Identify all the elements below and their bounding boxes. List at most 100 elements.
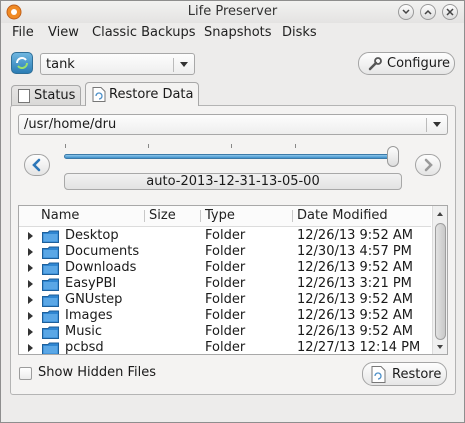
table-row[interactable]: Desktop Folder 12/26/13 9:52 AM <box>19 228 431 244</box>
tab-restore-data[interactable]: Restore Data <box>85 82 199 106</box>
row-type: Folder <box>205 276 246 291</box>
menu-classic-backups[interactable]: Classic Backups <box>92 25 196 40</box>
column-type[interactable]: Type <box>205 208 235 223</box>
restore-button[interactable]: Restore <box>362 362 447 386</box>
tree-header: Name Size Type Date Modified <box>19 206 431 227</box>
pool-status-icon <box>11 52 33 74</box>
dropdown-arrow-icon <box>180 62 188 67</box>
tab-status-label: Status <box>34 88 76 103</box>
slider-tick <box>295 144 296 148</box>
row-name: Documents <box>65 244 140 259</box>
row-type: Folder <box>205 292 246 307</box>
row-date: 12/26/13 9:52 AM <box>297 324 413 339</box>
expand-arrow-icon[interactable] <box>28 328 33 336</box>
previous-snapshot-button[interactable] <box>24 154 50 176</box>
configure-button[interactable]: Configure <box>358 52 455 75</box>
row-type: Folder <box>205 244 246 259</box>
restore-label: Restore <box>392 367 442 382</box>
path-select[interactable]: /usr/home/dru <box>18 114 448 135</box>
scroll-up-icon <box>437 212 443 216</box>
folder-icon <box>42 278 59 291</box>
snapshot-slider-track[interactable] <box>64 154 398 159</box>
row-date: 12/26/13 9:52 AM <box>297 308 413 323</box>
path-select-value: /usr/home/dru <box>24 117 117 132</box>
column-separator <box>292 210 293 222</box>
chevron-right-icon <box>424 158 433 172</box>
folder-icon <box>42 310 59 323</box>
close-icon <box>446 8 454 16</box>
expand-arrow-icon[interactable] <box>28 312 33 320</box>
row-type: Folder <box>205 260 246 275</box>
restore-icon <box>371 366 386 383</box>
window-title: Life Preserver <box>187 4 278 19</box>
maximize-button[interactable] <box>420 4 436 20</box>
row-type: Folder <box>205 340 246 355</box>
table-row[interactable]: GNUstep Folder 12/26/13 9:52 AM <box>19 292 431 308</box>
row-type: Folder <box>205 308 246 323</box>
row-name: Images <box>65 308 113 323</box>
file-tree[interactable]: Name Size Type Date Modified Desktop Fold… <box>18 205 448 355</box>
dropdown-arrow-icon <box>433 122 441 127</box>
expand-arrow-icon[interactable] <box>28 296 33 304</box>
show-hidden-label[interactable]: Show Hidden Files <box>38 365 156 380</box>
row-date: 12/27/13 12:14 PM <box>297 340 421 355</box>
table-row[interactable]: Music Folder 12/26/13 9:52 AM <box>19 324 431 340</box>
chevron-down-icon <box>402 9 410 15</box>
main-window: Life Preserver File View Classic Backups… <box>0 0 465 423</box>
slider-tick <box>231 144 232 148</box>
menu-snapshots[interactable]: Snapshots <box>204 25 272 40</box>
expand-arrow-icon[interactable] <box>28 232 33 240</box>
row-name: GNUstep <box>65 292 123 307</box>
row-date: 12/26/13 3:21 PM <box>297 276 412 291</box>
row-date: 12/26/13 9:52 AM <box>297 260 413 275</box>
column-separator <box>200 210 201 222</box>
menu-file[interactable]: File <box>12 25 34 40</box>
row-name: Music <box>65 324 102 339</box>
menu-bar: File View Classic Backups Snapshots Disk… <box>1 23 464 45</box>
show-hidden-checkbox[interactable] <box>19 367 32 380</box>
table-row[interactable]: Images Folder 12/26/13 9:52 AM <box>19 308 431 324</box>
tab-restore-label: Restore Data <box>109 87 194 102</box>
expand-arrow-icon[interactable] <box>28 280 33 288</box>
menu-view[interactable]: View <box>48 25 79 40</box>
scrollbar-thumb[interactable] <box>435 223 446 340</box>
column-date-modified[interactable]: Date Modified <box>297 208 388 223</box>
folder-icon <box>42 342 59 354</box>
combo-separator <box>173 58 174 72</box>
column-name[interactable]: Name <box>41 208 79 223</box>
folder-icon <box>42 294 59 307</box>
column-size[interactable]: Size <box>149 208 176 223</box>
close-button[interactable] <box>442 4 458 20</box>
row-name: EasyPBI <box>65 276 117 291</box>
snapshot-name: auto-2013-12-31-13-05-00 <box>64 173 402 190</box>
folder-icon <box>42 230 59 243</box>
table-row[interactable]: EasyPBI Folder 12/26/13 3:21 PM <box>19 276 431 292</box>
pool-select[interactable]: tank <box>40 53 195 75</box>
column-separator <box>144 210 145 222</box>
row-name: Desktop <box>65 228 119 243</box>
help-button[interactable] <box>398 4 414 20</box>
folder-icon <box>42 262 59 275</box>
next-snapshot-button[interactable] <box>415 154 441 176</box>
document-icon <box>18 89 30 103</box>
restore-document-icon <box>92 87 106 102</box>
chevron-left-icon <box>32 158 41 172</box>
table-row[interactable]: pcbsd Folder 12/27/13 12:14 PM <box>19 340 431 355</box>
slider-tick <box>148 144 149 148</box>
vertical-scrollbar[interactable] <box>432 206 447 354</box>
tab-status[interactable]: Status <box>11 85 81 106</box>
pool-select-value: tank <box>46 57 75 72</box>
table-row[interactable]: Documents Folder 12/30/13 4:57 PM <box>19 244 431 260</box>
row-type: Folder <box>205 324 246 339</box>
row-date: 12/26/13 9:52 AM <box>297 292 413 307</box>
expand-arrow-icon[interactable] <box>28 264 33 272</box>
expand-arrow-icon[interactable] <box>28 248 33 256</box>
row-date: 12/26/13 9:52 AM <box>297 228 413 243</box>
folder-icon <box>42 246 59 259</box>
table-row[interactable]: Downloads Folder 12/26/13 9:52 AM <box>19 260 431 276</box>
title-bar: Life Preserver <box>1 1 464 23</box>
snapshot-slider-handle[interactable] <box>387 146 399 167</box>
menu-disks[interactable]: Disks <box>282 25 317 40</box>
row-date: 12/30/13 4:57 PM <box>297 244 412 259</box>
expand-arrow-icon[interactable] <box>28 344 33 352</box>
